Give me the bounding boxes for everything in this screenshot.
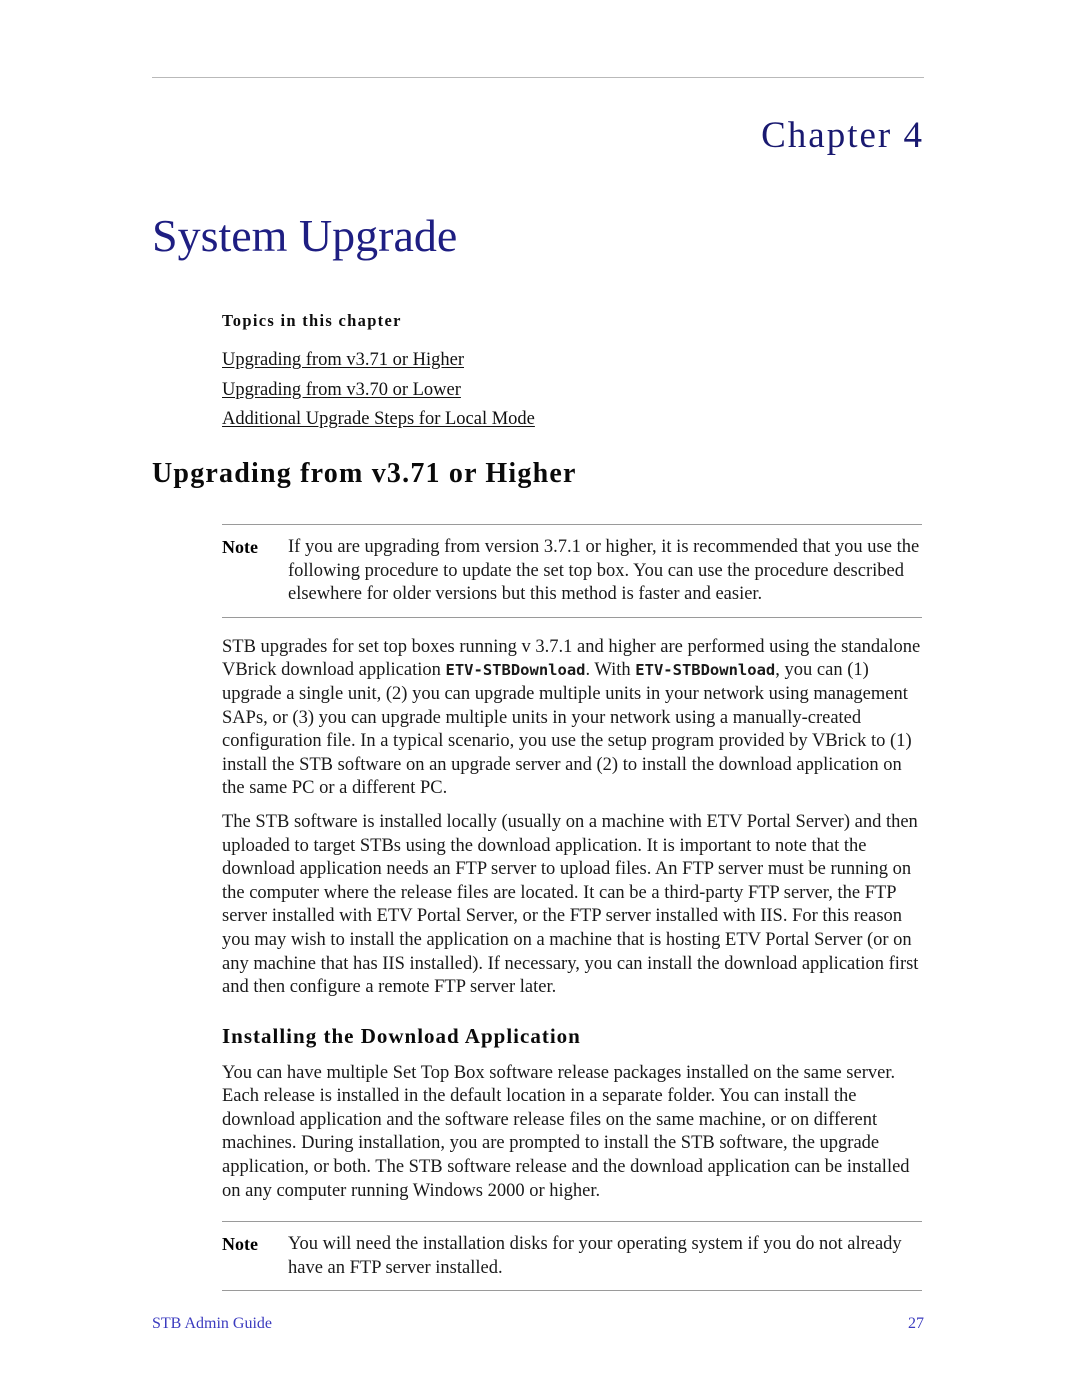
note-label: Note (222, 1234, 258, 1255)
header-divider (152, 77, 924, 78)
footer-page-number: 27 (908, 1315, 924, 1332)
paragraph-text-part: , you can (1) upgrade a single unit, (2)… (222, 660, 912, 799)
topic-link-upgrading-v370-or-lower[interactable]: Upgrading from v3.70 or Lower (222, 376, 922, 406)
note-label: Note (222, 537, 258, 557)
document-page: Chapter 4 System Upgrade Topics in this … (0, 0, 1080, 1397)
topics-heading: Topics in this chapter (222, 311, 402, 330)
subsection-heading-installing-download-application: Installing the Download Application (222, 1023, 581, 1048)
paragraph-stb-software-ftp-requirements: The STB software is installed locally (u… (222, 811, 919, 998)
paragraph-multiple-release-packages: You can have multiple Set Top Box softwa… (222, 1062, 910, 1201)
topic-link-additional-upgrade-steps-local-mode[interactable]: Additional Upgrade Steps for Local Mode (222, 405, 922, 435)
inline-code-etv-stbdownload: ETV-STBDownload (445, 661, 586, 680)
topic-link-upgrading-v371-or-higher[interactable]: Upgrading from v3.71 or Higher (222, 346, 922, 376)
note-block-first: Note If you are upgrading from version 3… (222, 524, 922, 618)
content-column: Note If you are upgrading from version 3… (222, 524, 922, 1292)
note-text: If you are upgrading from version 3.7.1 … (288, 537, 920, 605)
page-footer: STB Admin Guide 27 (152, 1315, 924, 1333)
section-heading: Upgrading from v3.71 or Higher (152, 458, 577, 489)
inline-code-etv-stbdownload: ETV-STBDownload (635, 661, 776, 680)
chapter-label: Chapter 4 (761, 115, 924, 156)
footer-document-title: STB Admin Guide (152, 1315, 273, 1332)
page-title: System Upgrade (152, 210, 458, 261)
paragraph-text-part: . With (585, 660, 636, 681)
note-text: You will need the installation disks for… (288, 1234, 902, 1278)
paragraph-download-application-overview: STB upgrades for set top boxes running v… (222, 636, 922, 801)
note-block-second: Note You will need the installation disk… (222, 1221, 922, 1292)
topics-in-this-chapter: Topics in this chapter Upgrading from v3… (222, 311, 922, 435)
